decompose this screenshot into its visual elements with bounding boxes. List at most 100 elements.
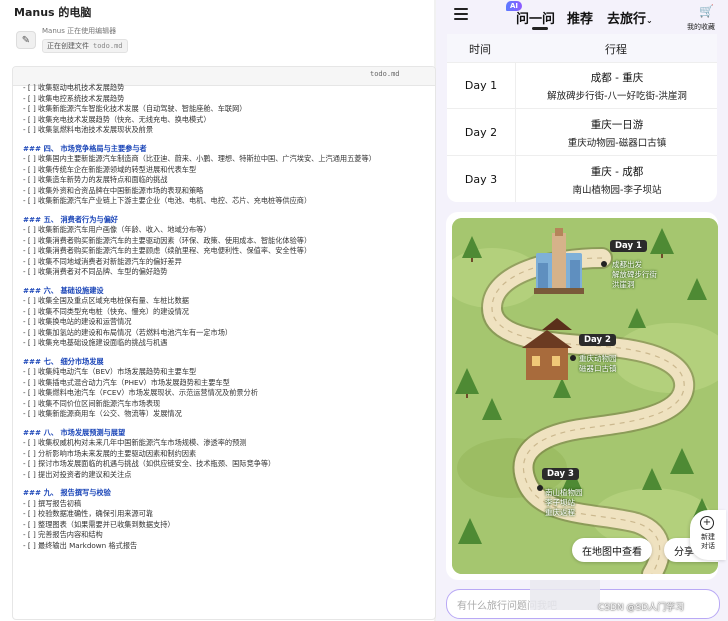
- status-text: Manus 正在使用编辑器: [42, 27, 117, 35]
- markdown-heading: ### 九、 报告撰写与校验: [23, 488, 111, 497]
- header-time: 时间: [469, 43, 491, 56]
- poi: 重庆动物园: [579, 354, 617, 363]
- todo-line: - [ ] 收集电控系统技术发展趋势: [23, 93, 125, 103]
- map-illustration: [452, 218, 718, 574]
- tab-travel-label: 去旅行: [607, 12, 647, 27]
- editor-filename: todo.md: [370, 70, 400, 78]
- poi: 成都出发: [612, 260, 642, 269]
- day3-pois: 南山植物园 李子坝站 重庆返程: [545, 488, 583, 518]
- todo-line: - [ ] 探讨市场发展面临的机遇与挑战（如供应链安全、技术瓶颈、国际竞争等）: [23, 459, 276, 468]
- todo-line: - [ ] 收集传统车企在新能源领域的转型进展和代表车型: [23, 164, 197, 174]
- todo-line: - [ ] 收集充电基础设施建设面临的挑战与机遇: [23, 338, 168, 347]
- active-tab-underline: [532, 27, 548, 30]
- editor-icon[interactable]: ✎: [16, 31, 36, 49]
- new-chat-button[interactable]: + 新建 对话: [690, 510, 726, 560]
- todo-line: - [ ] 收集加氢站的建设和布局情况（若燃料电池汽车有一定市场）: [23, 327, 233, 337]
- new-chat-label-2: 对话: [701, 542, 715, 550]
- day2-pois: 重庆动物园 磁器口古镇: [579, 354, 617, 374]
- view-in-map-button[interactable]: 在地图中查看: [572, 538, 652, 562]
- day1-label: Day 1: [610, 240, 647, 252]
- todo-line: - [ ] 收集消费者购买新能源汽车的主要驱动因素（环保、政策、使用成本、智能化…: [23, 235, 312, 245]
- todo-line: - [ ] 分析影响市场未来发展的主要驱动因素和制约因素: [23, 448, 197, 458]
- todo-line: - [ ] 收集充电技术发展趋势（快充、无线充电、换电模式）: [23, 114, 211, 124]
- day2-label: Day 2: [579, 334, 616, 346]
- todo-line: - [ ] 收集全国及重点区域充电桩保有量、车桩比数据: [23, 296, 189, 305]
- poi: 磁器口古镇: [579, 364, 617, 373]
- code-editor[interactable]: todo.md - [ ] 收集驱动电机技术发展趋势 - [ ] 收集电控系统技术…: [12, 66, 436, 620]
- markdown-heading: ### 四、 市场竞争格局与主要参与者: [23, 143, 147, 153]
- travel-app-panel: AI 问一问 推荐 去旅行⌄ 🛒 我的收藏 时间 行程 Day 1 成都 - 重…: [436, 0, 728, 621]
- todo-line: - [ ] 撰写报告初稿: [23, 498, 82, 508]
- new-chat-label-1: 新建: [701, 533, 715, 541]
- watermark: CSDN @SD人门学习: [598, 603, 685, 613]
- todo-line: - [ ] 收集氢燃料电池技术发展现状及前景: [23, 125, 154, 134]
- todo-line: - [ ] 校验数据准确性，确保引用来源可靠: [23, 509, 154, 518]
- markdown-heading: ### 五、 消费者行为与偏好: [23, 214, 118, 224]
- manus-computer-panel: Manus 的电脑 ✎ Manus 正在使用编辑器 正在创建文件 todo.md …: [0, 0, 436, 621]
- todo-line: - [ ] 最终输出 Markdown 格式报告: [23, 540, 138, 550]
- poi: 南山植物园: [545, 488, 583, 497]
- table-row: Day 2 重庆一日游 重庆动物园-磁器口古镇: [447, 109, 717, 156]
- todo-line: - [ ] 收集新能源汽车用户画像（年龄、收入、地域分布等）: [23, 225, 211, 234]
- row-day: Day 3: [447, 156, 516, 202]
- todo-line: - [ ] 收集消费者对不同品牌、车型的偏好趋势: [23, 267, 168, 276]
- todo-line: - [ ] 收集新能源商用车（公交、物流等）发展情况: [23, 409, 182, 418]
- panel-title: Manus 的电脑: [14, 6, 92, 19]
- todo-line: - [ ] 完善报告内容和结构: [23, 530, 103, 539]
- new-chat-label: 新建 对话: [696, 533, 720, 551]
- plus-icon: +: [700, 516, 714, 530]
- todo-line: - [ ] 收集换电站的建设和运营情况: [23, 317, 132, 326]
- todo-line: - [ ] 收集消费者购买新能源汽车的主要顾虑（续航里程、充电便利性、保值率、安…: [23, 246, 312, 255]
- tab-travel[interactable]: 去旅行⌄: [607, 8, 653, 27]
- itinerary-table: 时间 行程 Day 1 成都 - 重庆 解放碑步行街-八一好吃街-洪崖洞 Day…: [447, 34, 717, 202]
- todo-line: - [ ] 收集驱动电机技术发展趋势: [23, 83, 125, 92]
- menu-icon[interactable]: [454, 8, 468, 20]
- tab-ask[interactable]: 问一问: [516, 8, 555, 27]
- row-detail: 解放碑步行街-八一好吃街-洪崖洞: [547, 91, 687, 102]
- day1-pois: 成都出发 解放碑步行街 洪崖洞: [612, 260, 657, 290]
- markdown-heading: ### 六、 基础设施建设: [23, 285, 104, 295]
- favorites-label[interactable]: 我的收藏: [687, 22, 715, 32]
- poi: 李子坝站: [545, 498, 575, 507]
- markdown-heading: ### 八、 市场发展预测与展望: [23, 427, 126, 437]
- cart-icon[interactable]: 🛒: [699, 4, 714, 18]
- todo-line: - [ ] 收集新能源汽车智能化技术发展（自动驾驶、智能座舱、车联网）: [23, 104, 247, 113]
- todo-line: - [ ] 收集燃料电池汽车（FCEV）市场发展现状、示范运营情况及前景分析: [23, 388, 258, 397]
- todo-line: - [ ] 收集造车新势力的发展特点和面临的挑战: [23, 175, 168, 184]
- todo-line: - [ ] 整理图表（如果需要并已收集到数据支持）: [23, 519, 175, 529]
- row-detail: 南山植物园-李子坝站: [572, 185, 662, 196]
- row-route: 成都 - 重庆: [590, 72, 644, 84]
- top-nav: AI 问一问 推荐 去旅行⌄ 🛒 我的收藏: [436, 0, 728, 34]
- todo-line: - [ ] 收集外资和合资品牌在中国新能源市场的表现和策略: [23, 185, 204, 195]
- todo-line: - [ ] 收集新能源汽车产业链上下游主要企业（电池、电机、电控、芯片、充电桩等…: [23, 196, 312, 205]
- todo-line: - [ ] 收集国内主要新能源汽车制造商（比亚迪、蔚来、小鹏、理想、特斯拉中国、…: [23, 154, 376, 163]
- todo-line: - [ ] 提出对投资者的建议和关注点: [23, 469, 132, 479]
- tab-recommend[interactable]: 推荐: [567, 8, 593, 27]
- poi: 洪崖洞: [612, 280, 635, 289]
- table-row: Day 1 成都 - 重庆 解放碑步行街-八一好吃街-洪崖洞: [447, 62, 717, 109]
- action-text: 正在创建文件: [47, 42, 89, 50]
- row-detail: 重庆动物园-磁器口古镇: [567, 138, 667, 149]
- table-row: Day 3 重庆 - 成都 南山植物园-李子坝站: [447, 156, 717, 202]
- illustrated-map[interactable]: Day 1 成都出发 解放碑步行街 洪崖洞 Day 2 重庆动物园 磁器口古镇 …: [452, 218, 718, 574]
- table-header: 时间 行程: [447, 34, 717, 63]
- row-day: Day 1: [447, 62, 516, 108]
- row-route: 重庆 - 成都: [590, 166, 644, 178]
- todo-line: - [ ] 收集纯电动汽车（BEV）市场发展趋势和主要车型: [23, 367, 197, 376]
- blurred-region: [530, 580, 600, 610]
- action-chip: 正在创建文件 todo.md: [42, 39, 128, 53]
- row-day: Day 2: [447, 109, 516, 155]
- todo-line: - [ ] 收集不同价位区间新能源汽车市场表现: [23, 398, 161, 408]
- todo-line: - [ ] 收集权威机构对未来几年中国新能源汽车市场规模、渗透率的预测: [23, 438, 247, 447]
- chevron-down-icon: ⌄: [646, 16, 653, 25]
- row-route: 重庆一日游: [590, 119, 644, 131]
- todo-line: - [ ] 收集插电式混合动力汽车（PHEV）市场发展趋势和主要车型: [23, 377, 230, 387]
- todo-line: - [ ] 收集不同地域消费者对新能源汽车的偏好差异: [23, 256, 182, 266]
- header-route: 行程: [605, 43, 627, 56]
